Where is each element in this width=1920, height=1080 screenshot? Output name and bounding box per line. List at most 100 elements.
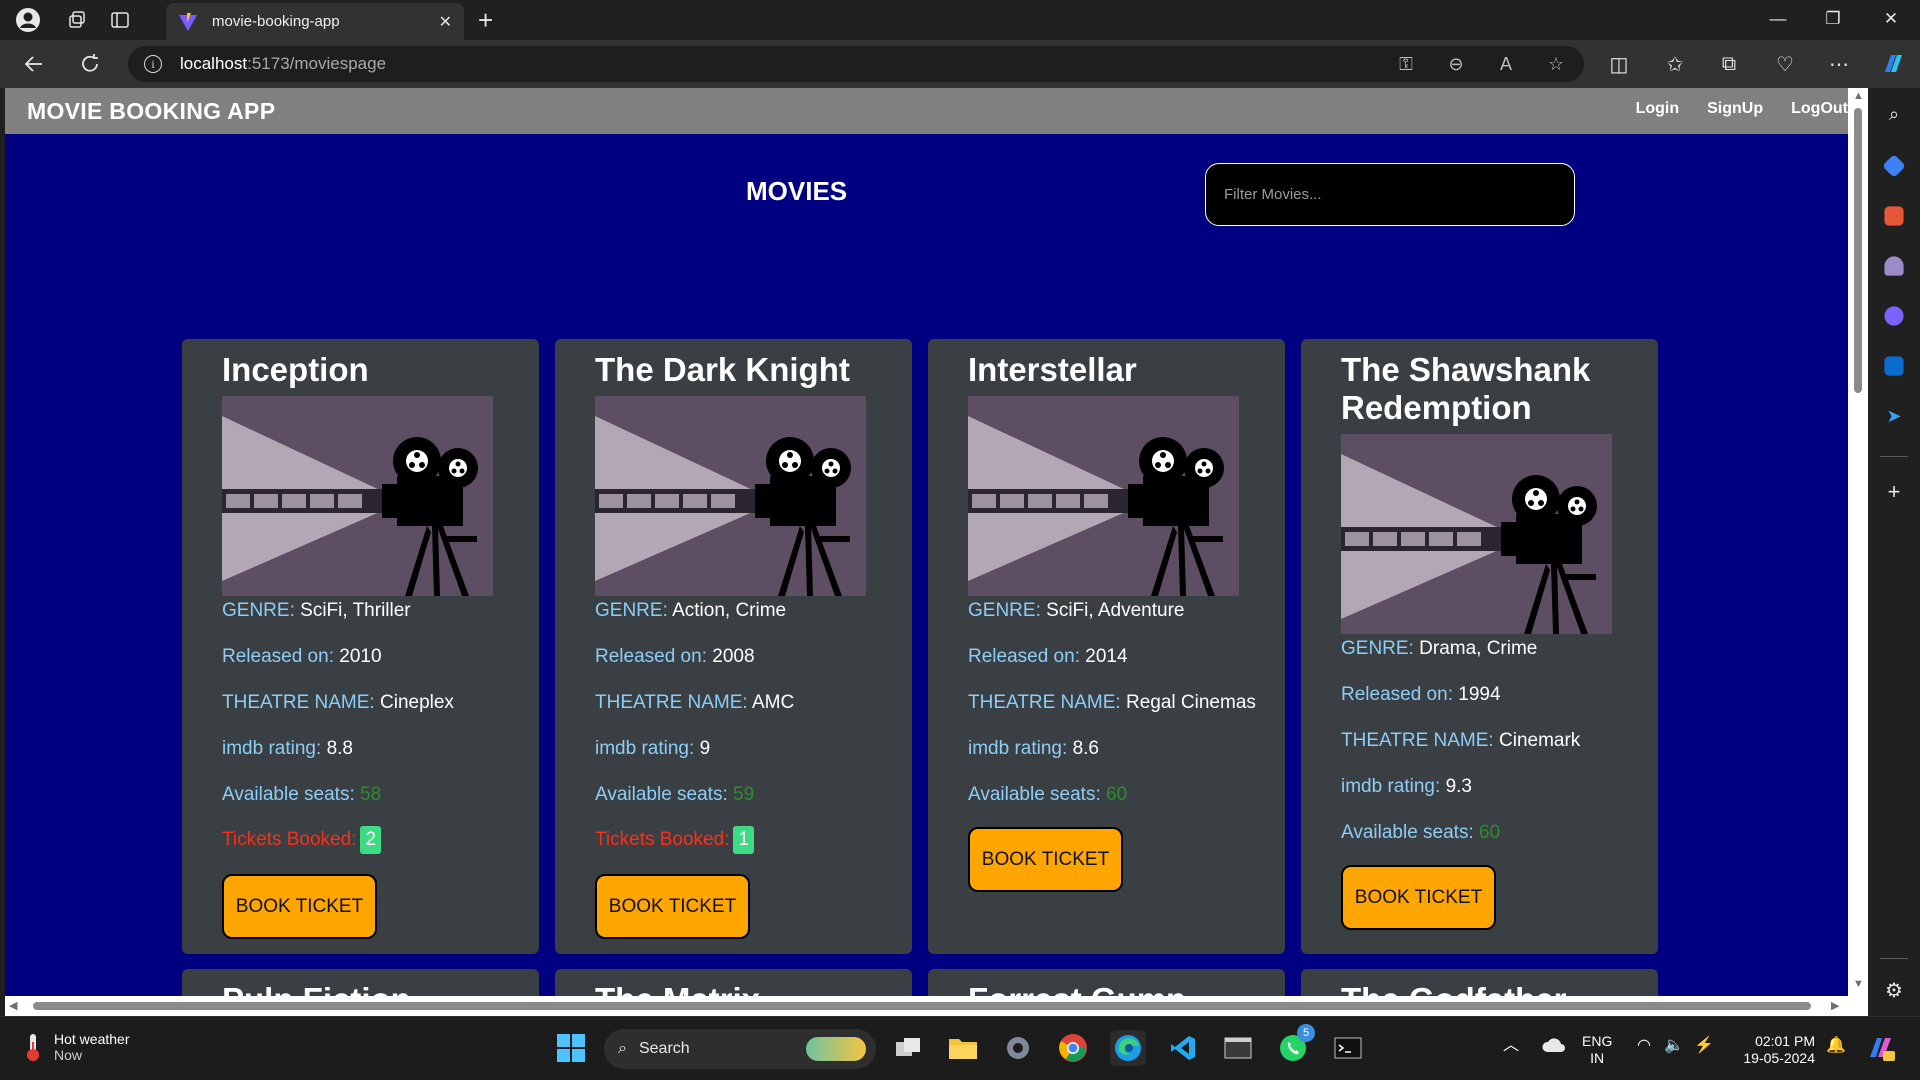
seats-label: Available seats: [968,784,1101,805]
minimize-icon[interactable]: — [1755,4,1801,34]
weather-widget[interactable]: Hot weather Now [22,1031,129,1063]
back-icon[interactable] [18,48,50,80]
seats-value: 58 [360,784,382,805]
book-ticket-button[interactable]: BOOK TICKET [222,874,377,939]
released-value: 2010 [339,646,382,667]
scroll-down-icon[interactable]: ▼ [1853,978,1864,990]
taskbar-search-box[interactable]: ⌕ Search [604,1029,876,1069]
seats-label: Available seats: [595,784,728,805]
battery-charging-icon[interactable]: ⚡ [1694,1037,1714,1054]
collections-icon[interactable]: ⧉ [1713,48,1745,80]
task-view-icon[interactable] [890,1030,926,1066]
book-ticket-button[interactable]: BOOK TICKET [595,874,750,939]
book-ticket-button[interactable]: BOOK TICKET [1341,865,1496,930]
language-indicator[interactable]: ENG IN [1582,1033,1612,1067]
add-sidebar-app-icon[interactable]: + [1882,479,1906,504]
more-options-icon[interactable]: ⋯ [1823,48,1855,80]
terminal-icon[interactable] [1220,1030,1256,1066]
read-aloud-icon[interactable]: A [1492,50,1520,78]
seats-row: Available seats: 60 [968,784,1127,806]
notification-bell-icon[interactable]: 🔔 [1826,1037,1846,1054]
address-bar[interactable]: i localhost:5173/moviespage ⚿ ⊖ A ☆ [128,46,1584,82]
favorites-icon[interactable]: ✩ [1659,48,1691,80]
outlook-icon[interactable] [1884,356,1904,376]
filter-movies-input[interactable] [1205,163,1575,226]
site-info-icon[interactable]: i [144,55,162,73]
book-ticket-button[interactable]: BOOK TICKET [968,827,1123,892]
copilot-taskbar-icon[interactable] [1866,1033,1896,1067]
movie-title: Pulp Fiction [222,981,522,996]
password-key-icon[interactable]: ⚿ [1392,50,1420,78]
released-value: 2014 [1085,646,1128,667]
refresh-icon[interactable] [74,48,106,80]
tab-close-icon[interactable]: ✕ [439,12,452,32]
profile-icon[interactable] [14,6,42,34]
show-hidden-icons-icon[interactable]: ︿ [1503,1037,1519,1054]
search-icon[interactable]: ⌕ [1882,102,1906,126]
new-tab-icon[interactable]: + [478,6,493,34]
settings-app-icon[interactable] [1000,1030,1036,1066]
games-icon[interactable] [1884,256,1904,276]
clock-time: 02:01 PM [1755,1033,1815,1049]
theatre-value: Cineplex [380,692,454,713]
thermometer-icon [27,1034,39,1061]
scroll-right-icon[interactable]: ▶ [1831,999,1839,1012]
movie-poster [595,396,866,596]
workspaces-icon[interactable] [63,6,91,34]
file-explorer-icon[interactable] [945,1030,981,1066]
theatre-row: THEATRE NAME: Regal Cinemas [968,692,1256,714]
browser-essentials-icon[interactable]: ♡ [1769,48,1801,80]
tab-movie-booking-app[interactable]: movie-booking-app ✕ [166,3,464,40]
search-icon: ⌕ [618,1040,627,1057]
onedrive-cloud-icon[interactable] [1542,1037,1566,1057]
movie-poster [968,396,1239,596]
movie-card: Inception GENRE: SciFi, Thriller Release… [182,339,539,954]
genre-value: Drama, Crime [1419,638,1538,659]
settings-gear-icon[interactable]: ⚙ [1882,978,1906,1002]
horizontal-scroll-thumb[interactable] [33,1002,1811,1010]
url-path: :5173/moviespage [247,54,387,73]
vertical-tabs-icon[interactable] [106,6,134,34]
theatre-value: Cinemark [1499,730,1581,751]
chrome-icon[interactable] [1055,1030,1091,1066]
imdb-value: 8.6 [1072,738,1099,759]
close-window-icon[interactable]: ✕ [1868,4,1914,34]
volume-icon[interactable]: 🔈 [1664,1037,1684,1054]
nav-signup-link[interactable]: SignUp [1707,100,1763,118]
vertical-scroll-thumb[interactable] [1854,108,1862,393]
zoom-icon[interactable]: ⊖ [1442,50,1470,78]
drop-send-icon[interactable]: ➤ [1882,404,1906,428]
movie-title: The Matrix [595,981,895,996]
app-navbar: MOVIE BOOKING APP Login SignUp LogOut [5,88,1848,134]
whatsapp-icon[interactable]: 5 [1275,1024,1315,1066]
clock[interactable]: 02:01 PM 19-05-2024 [1735,1033,1815,1067]
seats-label: Available seats: [222,784,355,805]
genre-label: GENRE: [222,600,295,621]
movie-title: The Shawshank Redemption [1341,351,1591,426]
nav-logout-link[interactable]: LogOut [1791,100,1848,118]
command-prompt-icon[interactable] [1330,1030,1366,1066]
scroll-left-icon[interactable]: ◀ [9,999,17,1012]
weather-subtitle: Now [54,1047,83,1063]
tools-icon[interactable] [1884,206,1904,226]
shopping-tag-icon[interactable] [1882,154,1906,178]
genre-row: GENRE: Drama, Crime [1341,638,1537,660]
page-viewport: MOVIE BOOKING APP Login SignUp LogOut MO… [5,88,1848,996]
nav-login-link[interactable]: Login [1636,100,1680,118]
imdb-label: imdb rating: [595,738,695,759]
wifi-icon[interactable]: ◠ [1637,1037,1651,1054]
restore-icon[interactable]: ❐ [1810,4,1856,34]
vertical-scrollbar[interactable]: ▲ ▼ [1848,88,1868,1016]
split-screen-icon[interactable]: ◫ [1603,48,1635,80]
copilot-icon[interactable] [1877,48,1909,80]
seats-value: 60 [1106,784,1128,805]
windows-start-icon[interactable] [553,1030,589,1066]
edge-browser-icon[interactable] [1110,1030,1146,1066]
vscode-icon[interactable] [1165,1030,1201,1066]
horizontal-scrollbar[interactable]: ◀ ▶ [5,996,1848,1016]
microsoft-365-icon[interactable] [1884,306,1904,326]
tickets-row: Tickets Booked: 2 [222,826,382,854]
favorite-star-icon[interactable]: ☆ [1542,50,1570,78]
theatre-label: THEATRE NAME: [968,692,1121,713]
scroll-up-icon[interactable]: ▲ [1853,90,1864,102]
